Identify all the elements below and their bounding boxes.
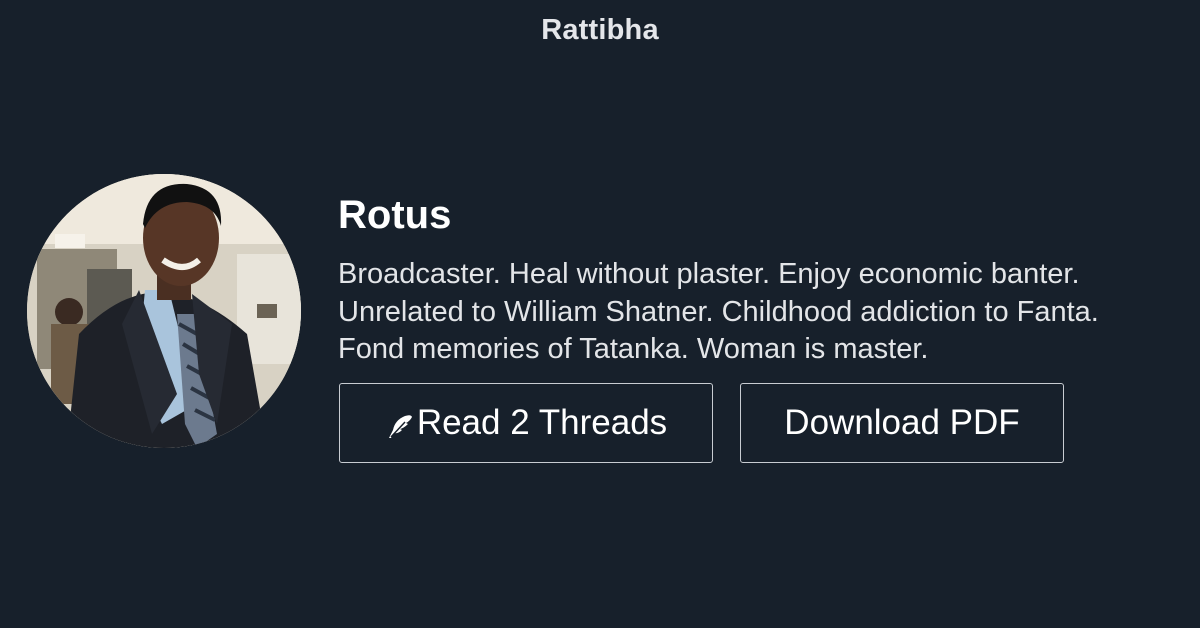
profile-avatar xyxy=(27,174,301,448)
profile-bio: Broadcaster. Heal without plaster. Enjoy… xyxy=(338,256,1188,369)
avatar-photo xyxy=(27,174,301,448)
feather-icon xyxy=(385,411,415,441)
bio-line: Broadcaster. Heal without plaster. Enjoy… xyxy=(338,258,1080,290)
bio-line: Unrelated to William Shatner. Childhood … xyxy=(338,295,1099,328)
read-threads-button[interactable]: Read 2 Threads xyxy=(339,383,713,463)
site-brand[interactable]: Rattibha xyxy=(0,14,1200,47)
profile-name: Rotus xyxy=(338,193,452,237)
bio-line: Fond memories of Tatanka. Woman is maste… xyxy=(338,333,929,365)
read-threads-label: Read 2 Threads xyxy=(416,403,668,442)
profile-info: Rotus Broadcaster. Heal without plaster.… xyxy=(338,192,1188,369)
download-pdf-label: Download PDF xyxy=(784,403,1020,442)
download-pdf-button[interactable]: Download PDF xyxy=(740,383,1064,463)
action-buttons: Read 2 Threads Download PDF xyxy=(339,383,1064,463)
